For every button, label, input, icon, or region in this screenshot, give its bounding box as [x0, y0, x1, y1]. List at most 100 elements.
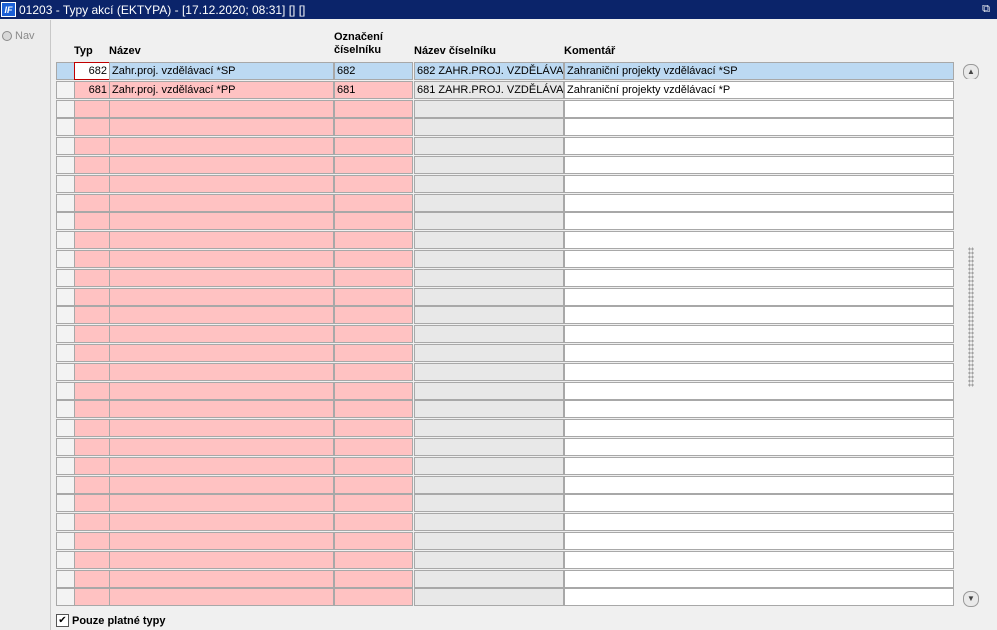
komentar-field[interactable] — [564, 438, 954, 456]
nazev-field[interactable] — [109, 175, 334, 193]
oznaceni-field[interactable] — [334, 494, 413, 512]
nazev-field[interactable] — [109, 118, 334, 136]
typ-field[interactable] — [74, 513, 110, 531]
oznaceni-field[interactable] — [334, 118, 413, 136]
nazev-field[interactable] — [109, 494, 334, 512]
komentar-field[interactable] — [564, 419, 954, 437]
nazev-ciselniku-field[interactable] — [414, 269, 564, 287]
typ-field[interactable] — [74, 306, 110, 324]
nazev-field[interactable]: Zahr.proj. vzdělávací *SP — [109, 62, 334, 80]
table-row[interactable] — [56, 250, 956, 268]
restore-window-icon[interactable]: ⧉ — [975, 3, 997, 16]
row-selector[interactable] — [56, 363, 75, 381]
table-row[interactable] — [56, 175, 956, 193]
oznaceni-field[interactable] — [334, 194, 413, 212]
komentar-field[interactable] — [564, 100, 954, 118]
nazev-ciselniku-field[interactable] — [414, 100, 564, 118]
row-selector[interactable] — [56, 457, 75, 475]
typ-field[interactable] — [74, 419, 110, 437]
row-selector[interactable] — [56, 175, 75, 193]
typ-field[interactable] — [74, 288, 110, 306]
nazev-ciselniku-field[interactable]: 681 ZAHR.PROJ. VZDĚLÁVAC — [414, 81, 564, 99]
nazev-ciselniku-field[interactable] — [414, 438, 564, 456]
row-selector[interactable] — [56, 81, 75, 99]
typ-field[interactable] — [74, 363, 110, 381]
table-row[interactable] — [56, 325, 956, 343]
typ-field[interactable] — [74, 570, 110, 588]
oznaceni-field[interactable] — [334, 513, 413, 531]
typ-field[interactable] — [74, 325, 110, 343]
checkbox-checked-icon[interactable]: ✔ — [56, 614, 69, 627]
table-row[interactable] — [56, 400, 956, 418]
typ-field[interactable]: 682 — [74, 62, 110, 80]
nazev-field[interactable] — [109, 532, 334, 550]
typ-field[interactable] — [74, 118, 110, 136]
komentar-field[interactable] — [564, 175, 954, 193]
oznaceni-field[interactable]: 681 — [334, 81, 413, 99]
nazev-field[interactable] — [109, 551, 334, 569]
nazev-ciselniku-field[interactable] — [414, 344, 564, 362]
vertical-scrollbar[interactable]: ▲ ▼ — [963, 62, 979, 607]
typ-field[interactable] — [74, 588, 110, 606]
table-row[interactable] — [56, 551, 956, 569]
komentar-field[interactable] — [564, 588, 954, 606]
row-selector[interactable] — [56, 288, 75, 306]
row-selector[interactable] — [56, 62, 75, 80]
nazev-ciselniku-field[interactable] — [414, 212, 564, 230]
nazev-field[interactable] — [109, 212, 334, 230]
nazev-ciselniku-field[interactable] — [414, 231, 564, 249]
table-row[interactable]: 682 Zahr.proj. vzdělávací *SP 682 682 ZAHR.… — [56, 62, 956, 80]
table-row[interactable] — [56, 438, 956, 456]
table-row[interactable] — [56, 231, 956, 249]
typ-field[interactable] — [74, 344, 110, 362]
nazev-ciselniku-field[interactable] — [414, 137, 564, 155]
nazev-ciselniku-field[interactable]: 682 ZAHR.PROJ. VZDĚLÁVAC — [414, 62, 564, 80]
table-row[interactable] — [56, 588, 956, 606]
typ-field[interactable] — [74, 156, 110, 174]
nazev-field[interactable] — [109, 137, 334, 155]
scrollbar-grip[interactable] — [968, 247, 974, 387]
oznaceni-field[interactable] — [334, 382, 413, 400]
komentar-field[interactable] — [564, 494, 954, 512]
komentar-field[interactable] — [564, 156, 954, 174]
row-selector[interactable] — [56, 250, 75, 268]
oznaceni-field[interactable] — [334, 570, 413, 588]
typ-field[interactable] — [74, 438, 110, 456]
row-selector[interactable] — [56, 513, 75, 531]
typ-field[interactable] — [74, 457, 110, 475]
komentar-field[interactable] — [564, 551, 954, 569]
row-selector[interactable] — [56, 231, 75, 249]
nazev-ciselniku-field[interactable] — [414, 118, 564, 136]
oznaceni-field[interactable] — [334, 457, 413, 475]
komentar-field[interactable] — [564, 325, 954, 343]
table-row[interactable] — [56, 344, 956, 362]
row-selector[interactable] — [56, 306, 75, 324]
oznaceni-field[interactable] — [334, 438, 413, 456]
typ-field[interactable] — [74, 137, 110, 155]
table-row[interactable] — [56, 363, 956, 381]
typ-field[interactable] — [74, 532, 110, 550]
nazev-ciselniku-field[interactable] — [414, 288, 564, 306]
typ-field[interactable] — [74, 551, 110, 569]
nazev-ciselniku-field[interactable] — [414, 532, 564, 550]
table-row[interactable] — [56, 476, 956, 494]
nazev-field[interactable] — [109, 100, 334, 118]
nazev-ciselniku-field[interactable] — [414, 570, 564, 588]
typ-field[interactable] — [74, 100, 110, 118]
table-row[interactable] — [56, 570, 956, 588]
oznaceni-field[interactable] — [334, 175, 413, 193]
row-selector[interactable] — [56, 532, 75, 550]
table-row[interactable] — [56, 494, 956, 512]
row-selector[interactable] — [56, 570, 75, 588]
komentar-field[interactable] — [564, 513, 954, 531]
table-row[interactable] — [56, 288, 956, 306]
oznaceni-field[interactable] — [334, 137, 413, 155]
row-selector[interactable] — [56, 325, 75, 343]
row-selector[interactable] — [56, 419, 75, 437]
komentar-field[interactable] — [564, 250, 954, 268]
table-row[interactable] — [56, 212, 956, 230]
komentar-field[interactable] — [564, 344, 954, 362]
row-selector[interactable] — [56, 100, 75, 118]
valid-types-filter[interactable]: ✔ Pouze platné typy — [56, 614, 166, 627]
komentar-field[interactable] — [564, 400, 954, 418]
